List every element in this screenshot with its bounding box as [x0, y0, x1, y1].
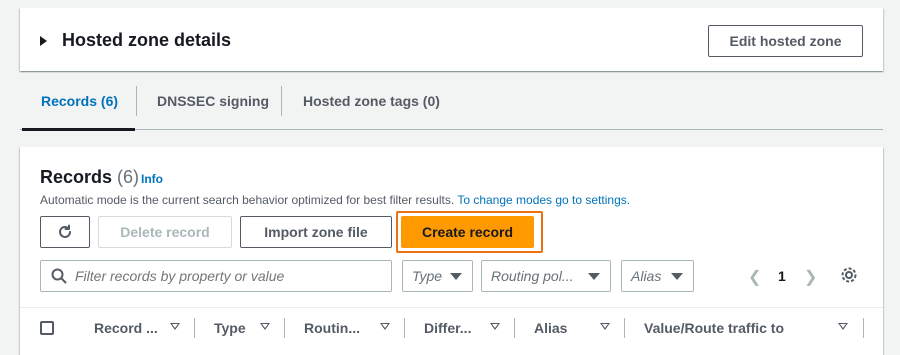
column-header-routing-policy[interactable]: Routin...: [304, 308, 360, 348]
records-table-header: Record ... Type Routin... Differ... Alia…: [20, 307, 883, 355]
caret-right-icon: [40, 35, 47, 46]
column-resizer[interactable]: [194, 318, 195, 338]
search-icon: [51, 268, 67, 284]
previous-page-icon[interactable]: ❮: [748, 267, 761, 287]
next-page-icon[interactable]: ❯: [804, 267, 817, 287]
records-panel: Records (6) Info Automatic mode is the c…: [20, 147, 883, 355]
refresh-icon: [59, 224, 71, 238]
column-resizer[interactable]: [863, 318, 864, 338]
settings-link[interactable]: To change modes go to settings.: [457, 193, 630, 207]
info-link[interactable]: Info: [141, 172, 163, 186]
import-zone-file-button[interactable]: Import zone file: [240, 216, 392, 248]
sort-icon[interactable]: [170, 323, 180, 330]
filter-records-input[interactable]: [75, 268, 365, 284]
alias-filter-select[interactable]: Alias: [621, 260, 694, 292]
create-record-button[interactable]: Create record: [401, 216, 534, 248]
tab-hosted-zone-tags[interactable]: Hosted zone tags (0): [303, 72, 440, 130]
sort-icon[interactable]: [838, 323, 848, 330]
active-tab-indicator: [22, 128, 135, 131]
column-resizer[interactable]: [404, 318, 405, 338]
routing-policy-filter-select[interactable]: Routing pol...: [481, 260, 611, 292]
column-header-alias[interactable]: Alias: [534, 308, 567, 348]
current-page-number[interactable]: 1: [778, 268, 786, 284]
tab-records[interactable]: Records (6): [41, 72, 118, 130]
edit-hosted-zone-button[interactable]: Edit hosted zone: [708, 25, 863, 57]
column-header-differentiator[interactable]: Differ...: [424, 308, 471, 348]
records-count: (6): [117, 167, 140, 187]
hosted-zone-details-toggle[interactable]: Hosted zone details: [40, 30, 231, 51]
filter-records-search[interactable]: [40, 260, 392, 292]
search-mode-text: Automatic mode is the current search beh…: [40, 193, 455, 207]
select-all-checkbox[interactable]: [40, 321, 54, 335]
sort-icon[interactable]: [600, 323, 610, 330]
type-filter-value: Type: [412, 268, 443, 284]
tab-divider: [136, 86, 137, 116]
column-resizer[interactable]: [514, 318, 515, 338]
gear-icon[interactable]: [840, 266, 858, 284]
column-header-record-name[interactable]: Record ...: [94, 308, 158, 348]
hosted-zone-details-panel: Hosted zone details Edit hosted zone: [20, 8, 883, 71]
dropdown-arrow-icon: [450, 273, 462, 280]
type-filter-select[interactable]: Type: [402, 260, 473, 292]
delete-record-button[interactable]: Delete record: [98, 216, 232, 248]
sort-icon[interactable]: [380, 323, 390, 330]
tab-divider: [281, 86, 282, 116]
column-resizer[interactable]: [624, 318, 625, 338]
sort-icon[interactable]: [260, 323, 270, 330]
column-header-type[interactable]: Type: [214, 308, 246, 348]
hosted-zone-details-title: Hosted zone details: [62, 30, 232, 50]
search-mode-description: Automatic mode is the current search beh…: [40, 193, 630, 207]
dropdown-arrow-icon: [588, 273, 600, 280]
dropdown-arrow-icon: [671, 273, 683, 280]
column-resizer[interactable]: [284, 318, 285, 338]
records-title: Records: [40, 167, 113, 187]
zone-tabs: Records (6) DNSSEC signing Hosted zone t…: [20, 72, 883, 131]
refresh-button[interactable]: [40, 216, 90, 248]
sort-icon[interactable]: [490, 323, 500, 330]
records-heading: Records (6): [40, 167, 139, 188]
tab-dnssec-signing[interactable]: DNSSEC signing: [157, 72, 269, 130]
routing-policy-filter-value: Routing pol...: [491, 268, 574, 284]
column-header-value[interactable]: Value/Route traffic to: [644, 308, 784, 348]
alias-filter-value: Alias: [631, 268, 662, 284]
